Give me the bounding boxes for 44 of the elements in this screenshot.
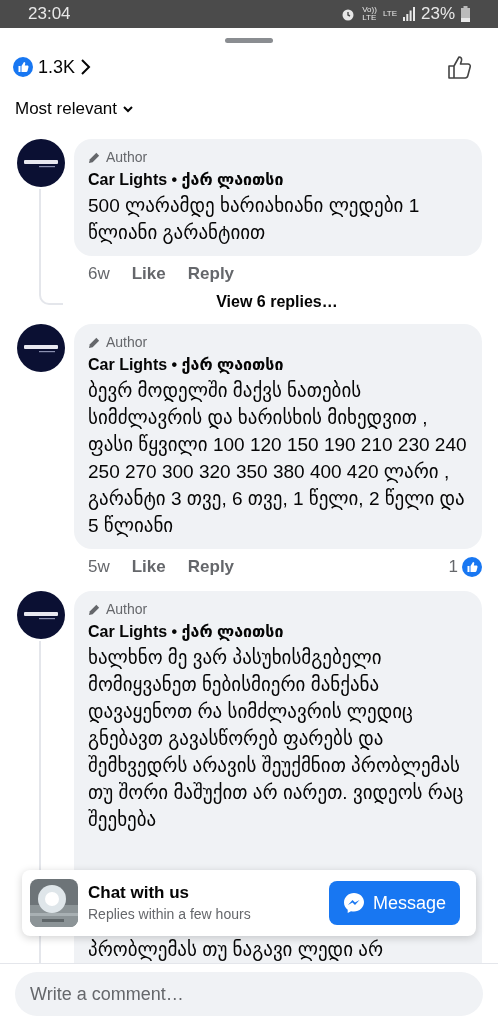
like-icon (13, 57, 33, 77)
avatar (17, 324, 65, 372)
comment-text: ბევრ მოდელში მაქვს ნათების სიმძლავრის და ხარისხის მიხედვით , ფასი წყვილი 100 120 150 190 210 230 240 250 270 300 320 350 380 400 420 ლარი , გარანტი 3 თვე, 6 თვე, 1 წელი, 2 წელი და 5 წლიანი (88, 379, 468, 539)
commenter-name[interactable]: Car Lights • ქარ ლაითსი (88, 353, 468, 377)
like-link[interactable]: Like (131, 554, 166, 580)
clock: 23:04 (28, 3, 71, 26)
message-button[interactable]: Message (328, 881, 460, 925)
pencil-icon (88, 151, 101, 164)
pencil-icon (88, 603, 101, 616)
author-label: Author (106, 600, 148, 619)
chevron-down-icon (123, 105, 134, 113)
avatar (17, 139, 65, 187)
network-label: LTE (382, 8, 397, 20)
author-label: Author (106, 148, 148, 167)
volte-label: Vo)) (362, 6, 377, 14)
reaction-count: 1 (448, 556, 458, 579)
reactions-button[interactable]: 1.3K (13, 53, 93, 81)
comment-text: პრობლემას თუ ნაგავი ლედი არ (88, 938, 385, 963)
chat-subtitle: Replies within a few hours (88, 904, 251, 924)
signal-icon (402, 7, 415, 21)
drag-handle[interactable] (225, 38, 273, 43)
reply-link[interactable]: Reply (187, 554, 235, 580)
reply-link[interactable]: Reply (187, 261, 235, 287)
view-replies-link[interactable]: View 6 replies… (72, 290, 482, 314)
comment-time: 5w (88, 556, 110, 579)
sort-dropdown[interactable]: Most relevant (0, 93, 149, 125)
comment-time: 6w (88, 263, 110, 286)
battery-percent: 23% (420, 3, 455, 26)
chevron-right-icon (80, 58, 93, 76)
thumbs-up-icon[interactable] (447, 54, 473, 80)
like-icon (462, 557, 482, 577)
comment-text: ხალხნო მე ვარ პასუხისმგებელი მომიყვანეთ ნებისმიერი მანქანა დავაყენოთ რა სიმძლავრის ლედიც გნებავთ გავასწორებ ფარებს და შემხვედრს არავის შეუქმნით პრობლემას თუ შორი მაშუქით არ იარეთ. ვიდეოს რაც შეეხება (88, 646, 465, 833)
comment-field[interactable]: Write a comment… (15, 972, 483, 1016)
commenter-name[interactable]: Car Lights • ქარ ლაითსი (88, 168, 468, 192)
like-link[interactable]: Like (131, 261, 166, 287)
pencil-icon (88, 336, 101, 349)
volte-label: LTE (362, 14, 377, 22)
messenger-icon (342, 892, 365, 914)
author-label: Author (106, 333, 148, 352)
avatar (17, 591, 65, 639)
battery-icon (461, 6, 470, 22)
commenter-name[interactable]: Car Lights • ქარ ლაითსი (88, 620, 468, 644)
comment-text: 500 ლარამდე ხარიახიანი ლედები 1 წლიანი გარანტიით (88, 194, 421, 246)
chat-title: Chat with us (88, 881, 191, 904)
